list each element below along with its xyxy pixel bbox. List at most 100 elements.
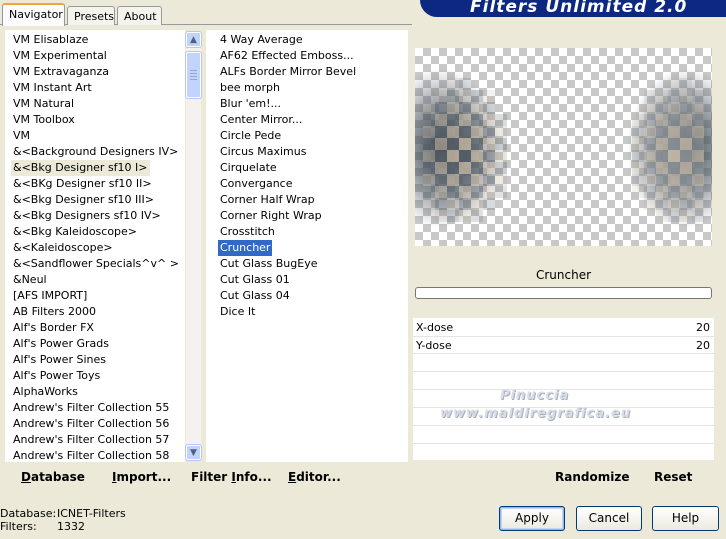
param-row-divider [413, 425, 714, 426]
preview-tile [656, 210, 668, 222]
filter-list-item[interactable]: Circle Pede [218, 128, 283, 144]
param-label: X-dose [416, 321, 454, 334]
category-list-item[interactable]: &<Sandflower Specials^v^ > [11, 256, 181, 272]
preview-tile [435, 138, 447, 150]
category-list-item[interactable]: VM Experimental [11, 48, 109, 64]
category-list-item[interactable]: AlphaWorks [11, 384, 80, 400]
filter-list-item[interactable]: Cirquelate [218, 160, 279, 176]
import-button[interactable]: Import... [112, 468, 171, 486]
param-row-divider [413, 443, 714, 444]
category-list-item[interactable]: Alf's Power Toys [11, 368, 102, 384]
preview-tile [668, 114, 680, 126]
category-list-item[interactable]: VM Natural [11, 96, 76, 112]
preview-tile [459, 174, 471, 186]
database-accel: D [21, 470, 31, 484]
filter-list-item[interactable]: Circus Maximus [218, 144, 308, 160]
filter-list-item[interactable]: Dice It [218, 304, 257, 320]
category-list-item[interactable]: &<Bkg Designer sf10 III> [11, 192, 156, 208]
category-list-item[interactable]: Andrew's Filter Collection 56 [11, 416, 171, 432]
category-list-item[interactable]: &<Kaleidoscope> [11, 240, 115, 256]
preview-tile [668, 174, 680, 186]
preview-tile [692, 126, 704, 138]
category-list-item[interactable]: &<Bkg Designers sf10 IV> [11, 208, 163, 224]
filter-list-item[interactable]: Corner Half Wrap [218, 192, 317, 208]
scroll-up-arrow-icon[interactable]: ▲ [186, 32, 201, 47]
preview-tile [471, 198, 483, 210]
preview-tile [447, 102, 459, 114]
preview-tile [656, 114, 668, 126]
tab-navigator[interactable]: Navigator [2, 3, 65, 26]
category-list-item[interactable]: &<Bkg Designer sf10 I> [11, 160, 150, 176]
category-list-item[interactable]: VM Toolbox [11, 112, 77, 128]
preview-tile [680, 78, 692, 90]
preview-tile [447, 162, 459, 174]
filter-list-item[interactable]: 4 Way Average [218, 32, 305, 48]
filter-list-item[interactable]: Cut Glass 01 [218, 272, 292, 288]
preview-tile [447, 198, 459, 210]
category-list-item[interactable]: VM [11, 128, 32, 144]
filter-list-item[interactable]: Cruncher [218, 240, 273, 256]
param-slider-x-dose[interactable]: X-dose 20 [413, 320, 714, 336]
preview-tile [632, 162, 644, 174]
filter-list-item[interactable]: Cut Glass 04 [218, 288, 292, 304]
editor-button[interactable]: Editor... [288, 468, 341, 486]
category-list[interactable]: VM Elisablaze VM Experimental VM Extravaga… [5, 30, 185, 462]
category-list-item[interactable]: Alf's Power Sines [11, 352, 108, 368]
preview-tile [435, 210, 447, 222]
tab-presets[interactable]: Presets [67, 6, 115, 25]
category-list-item[interactable]: VM Instant Art [11, 80, 94, 96]
filter-list-item[interactable]: Cut Glass BugEye [218, 256, 319, 272]
category-list-item[interactable]: &<Bkg Kaleidoscope> [11, 224, 139, 240]
category-list-item[interactable]: Alf's Border FX [11, 320, 96, 336]
filter-list[interactable]: 4 Way Average AF62 Effected Emboss... ALFs… [206, 30, 408, 462]
preview-tile [495, 186, 507, 198]
filter-list-item[interactable]: bee morph [218, 80, 282, 96]
preview-tile [471, 90, 483, 102]
filter-list-item[interactable]: ALFs Border Mirror Bevel [218, 64, 358, 80]
category-list-item[interactable]: &<Background Designers IV> [11, 144, 180, 160]
preview-tile [483, 126, 495, 138]
category-scroll-track[interactable] [186, 48, 201, 444]
category-list-item[interactable]: VM Elisablaze [11, 32, 90, 48]
preview-tile [632, 150, 644, 162]
category-list-item[interactable]: Alf's Power Grads [11, 336, 111, 352]
scroll-down-arrow-icon[interactable]: ▼ [186, 445, 201, 460]
filter-list-item[interactable]: Crosstitch [218, 224, 277, 240]
database-button[interactable]: Database [21, 468, 85, 486]
filter-list-item[interactable]: AF62 Effected Emboss... [218, 48, 356, 64]
randomize-button[interactable]: Randomize [555, 468, 629, 486]
filter-list-item[interactable]: Corner Right Wrap [218, 208, 324, 224]
preview-tile [447, 126, 459, 138]
preview-tile [459, 198, 471, 210]
preview-tile [435, 102, 447, 114]
category-list-item[interactable]: Andrew's Filter Collection 55 [11, 400, 171, 416]
category-list-item[interactable]: [AFS IMPORT] [11, 288, 89, 304]
category-list-item[interactable]: Andrew's Filter Collection 58 [11, 448, 171, 462]
category-list-item[interactable]: Andrew's Filter Collection 57 [11, 432, 171, 448]
status-database-value: ICNET-Filters [57, 507, 126, 520]
cancel-button[interactable]: Cancel [576, 506, 642, 531]
preview-tile [435, 150, 447, 162]
category-list-item[interactable]: &Neul [11, 272, 49, 288]
param-slider-y-dose[interactable]: Y-dose 20 [413, 338, 714, 354]
filter-info-button[interactable]: Filter Info... [191, 468, 272, 486]
preview-tile [495, 174, 507, 186]
category-list-item[interactable]: VM Extravaganza [11, 64, 111, 80]
preview-tile [632, 114, 644, 126]
apply-button[interactable]: Apply [499, 506, 565, 531]
filter-list-item[interactable]: Convergance [218, 176, 295, 192]
tab-navigator-label: Navigator [9, 8, 63, 21]
preview-tile [435, 90, 447, 102]
category-list-item[interactable]: AB Filters 2000 [11, 304, 98, 320]
preview-tile [495, 138, 507, 150]
help-button[interactable]: Help [652, 506, 719, 531]
reset-button[interactable]: Reset [654, 468, 692, 486]
preview-tile [483, 150, 495, 162]
category-scroll-thumb[interactable] [186, 52, 201, 98]
filter-list-item[interactable]: Center Mirror... [218, 112, 304, 128]
preview-tile [423, 198, 435, 210]
category-list-item[interactable]: &<BKg Designer sf10 II> [11, 176, 154, 192]
tab-about[interactable]: About [117, 6, 162, 25]
filter-list-item[interactable]: Blur 'em!... [218, 96, 283, 112]
preview-tile [644, 102, 656, 114]
